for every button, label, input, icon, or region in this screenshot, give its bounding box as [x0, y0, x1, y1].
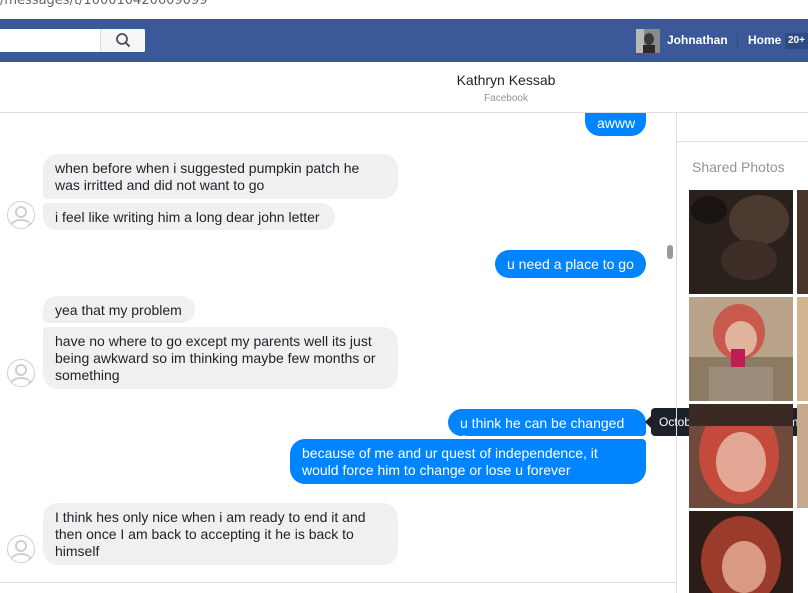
message-bubble-outgoing[interactable]: u think he can be changed ?: [448, 409, 646, 448]
facebook-top-bar: Johnathan Home 20+: [0, 19, 808, 63]
url-text: /messages/t/100010420609099: [0, 0, 208, 8]
home-link[interactable]: Home: [748, 33, 781, 47]
shared-photos-label: Shared Photos: [692, 159, 785, 175]
conversation-subtitle: Facebook: [484, 93, 528, 104]
thread-scrollbar[interactable]: [667, 245, 673, 259]
shared-photo[interactable]: [797, 404, 808, 508]
message-bubble-incoming[interactable]: when before when i suggested pumpkin pat…: [43, 154, 398, 199]
info-pane-header: [677, 113, 808, 142]
shared-photo[interactable]: [797, 190, 808, 294]
shared-photo[interactable]: [689, 511, 793, 593]
message-thread[interactable]: awww when before when i suggested pumpki…: [0, 113, 676, 593]
search-icon: [116, 33, 131, 48]
conversation-title[interactable]: Kathryn Kessab: [0, 72, 808, 88]
message-bubble-incoming[interactable]: have no where to go except my parents we…: [43, 327, 398, 389]
message-bubble-outgoing[interactable]: u need a place to go: [495, 250, 646, 278]
facebook-badge-icon: [27, 555, 34, 562]
home-notification-badge: 20+: [785, 33, 808, 49]
search-box: [0, 29, 145, 52]
facebook-badge-icon: [27, 379, 34, 386]
default-avatar-icon[interactable]: [7, 535, 35, 563]
shared-photo[interactable]: [689, 404, 793, 508]
message-bubble-incoming[interactable]: yea that my problem: [43, 296, 195, 323]
nav-divider: [737, 33, 738, 49]
default-avatar-icon[interactable]: [7, 359, 35, 387]
search-button[interactable]: [100, 29, 145, 52]
message-bubble-incoming[interactable]: I think hes only nice when i am ready to…: [43, 503, 398, 565]
shared-photo[interactable]: [689, 190, 793, 294]
user-name: Johnathan: [667, 33, 728, 47]
shared-photo[interactable]: [689, 297, 793, 401]
message-bubble-outgoing[interactable]: because of me and ur quest of independen…: [290, 439, 646, 484]
thread-divider: [0, 582, 676, 583]
conversation-info-pane: Shared Photos: [676, 113, 808, 593]
facebook-badge-icon: [27, 221, 34, 228]
conversation-header: Kathryn Kessab Facebook: [0, 62, 808, 113]
message-bubble-outgoing[interactable]: awww: [585, 113, 646, 136]
message-bubble-incoming[interactable]: i feel like writing him a long dear john…: [43, 203, 335, 230]
shared-photo[interactable]: [797, 297, 808, 401]
default-avatar-icon[interactable]: [7, 201, 35, 229]
browser-url-bar[interactable]: /messages/t/100010420609099: [0, 0, 808, 20]
user-avatar: [636, 29, 660, 53]
search-input[interactable]: [0, 29, 98, 52]
